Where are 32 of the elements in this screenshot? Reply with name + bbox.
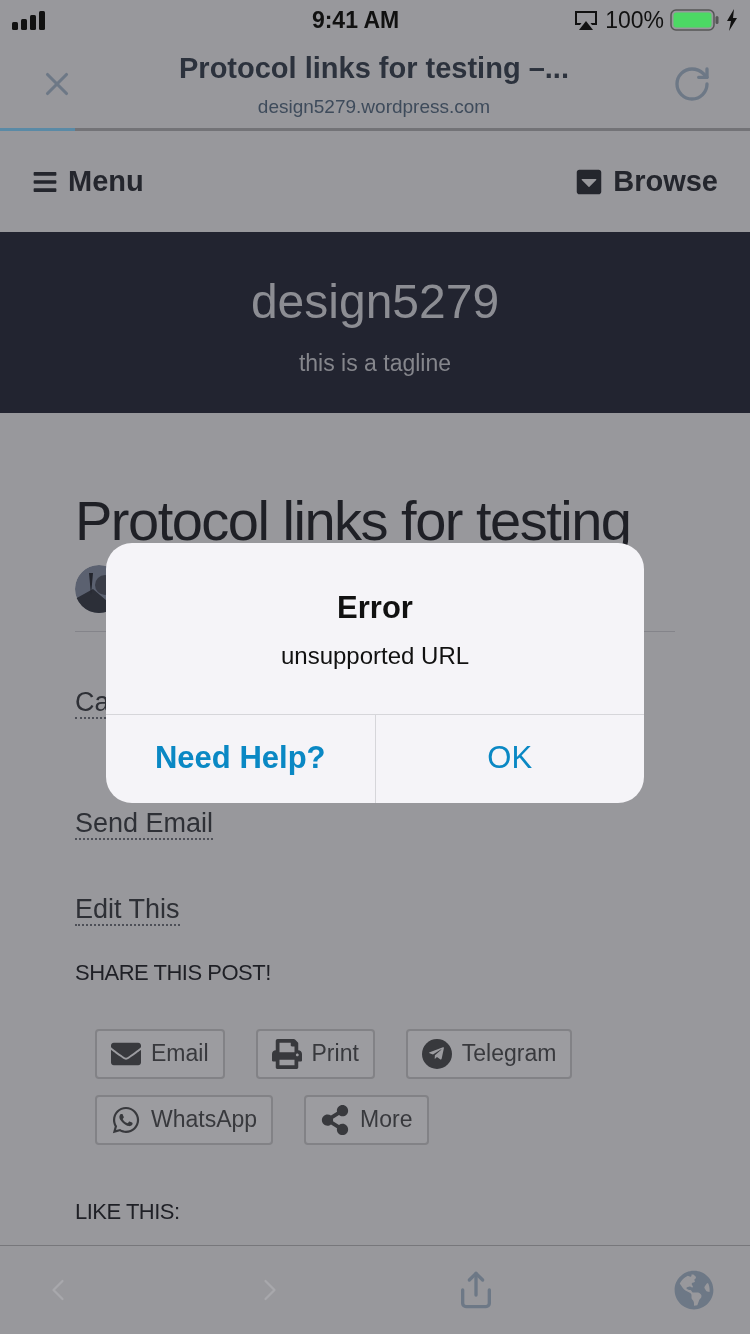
alert-button[interactable]: OK [374,714,644,803]
post-title: Protocol links for testing [75,489,632,553]
signal-icon [12,10,48,30]
reload-icon[interactable] [672,64,712,104]
share-button[interactable]: Telegram [405,1028,573,1079]
alert-message: unsupported URL [280,640,470,671]
menu-button[interactable]: Menu [32,159,144,204]
charging-bolt-icon [726,9,738,31]
dropdown-icon [575,167,604,196]
share-button[interactable]: Email [95,1028,225,1079]
share-button[interactable]: Print [255,1028,375,1079]
printer-icon [271,1038,302,1069]
alert-title: Error [337,589,413,627]
paper-plane-icon [421,1038,452,1069]
chat-bubble-icon [111,1104,141,1135]
share-button[interactable]: More [304,1094,429,1145]
airplay-icon [573,9,600,31]
share-button[interactable]: WhatsApp [95,1094,274,1145]
site-tagline: this is a tagline [298,349,452,378]
battery-percentage: 100% [605,5,664,35]
share-heading: SHARE THIS POST! [75,958,272,987]
page-url: design5279.wordpress.com [257,94,491,119]
browse-button[interactable]: Browse [575,159,718,204]
globe-icon[interactable] [674,1270,714,1310]
post-link[interactable]: Send Email [75,807,214,840]
share-icon [320,1104,351,1135]
page-title: Protocol links for testing –... [179,51,569,86]
post-link[interactable]: Edit This [75,894,180,926]
battery-icon [670,9,720,31]
site-title[interactable]: design5279 [250,266,500,338]
like-heading: LIKE THIS: [75,1197,181,1226]
clock-time: 9:41 AM [311,5,400,35]
